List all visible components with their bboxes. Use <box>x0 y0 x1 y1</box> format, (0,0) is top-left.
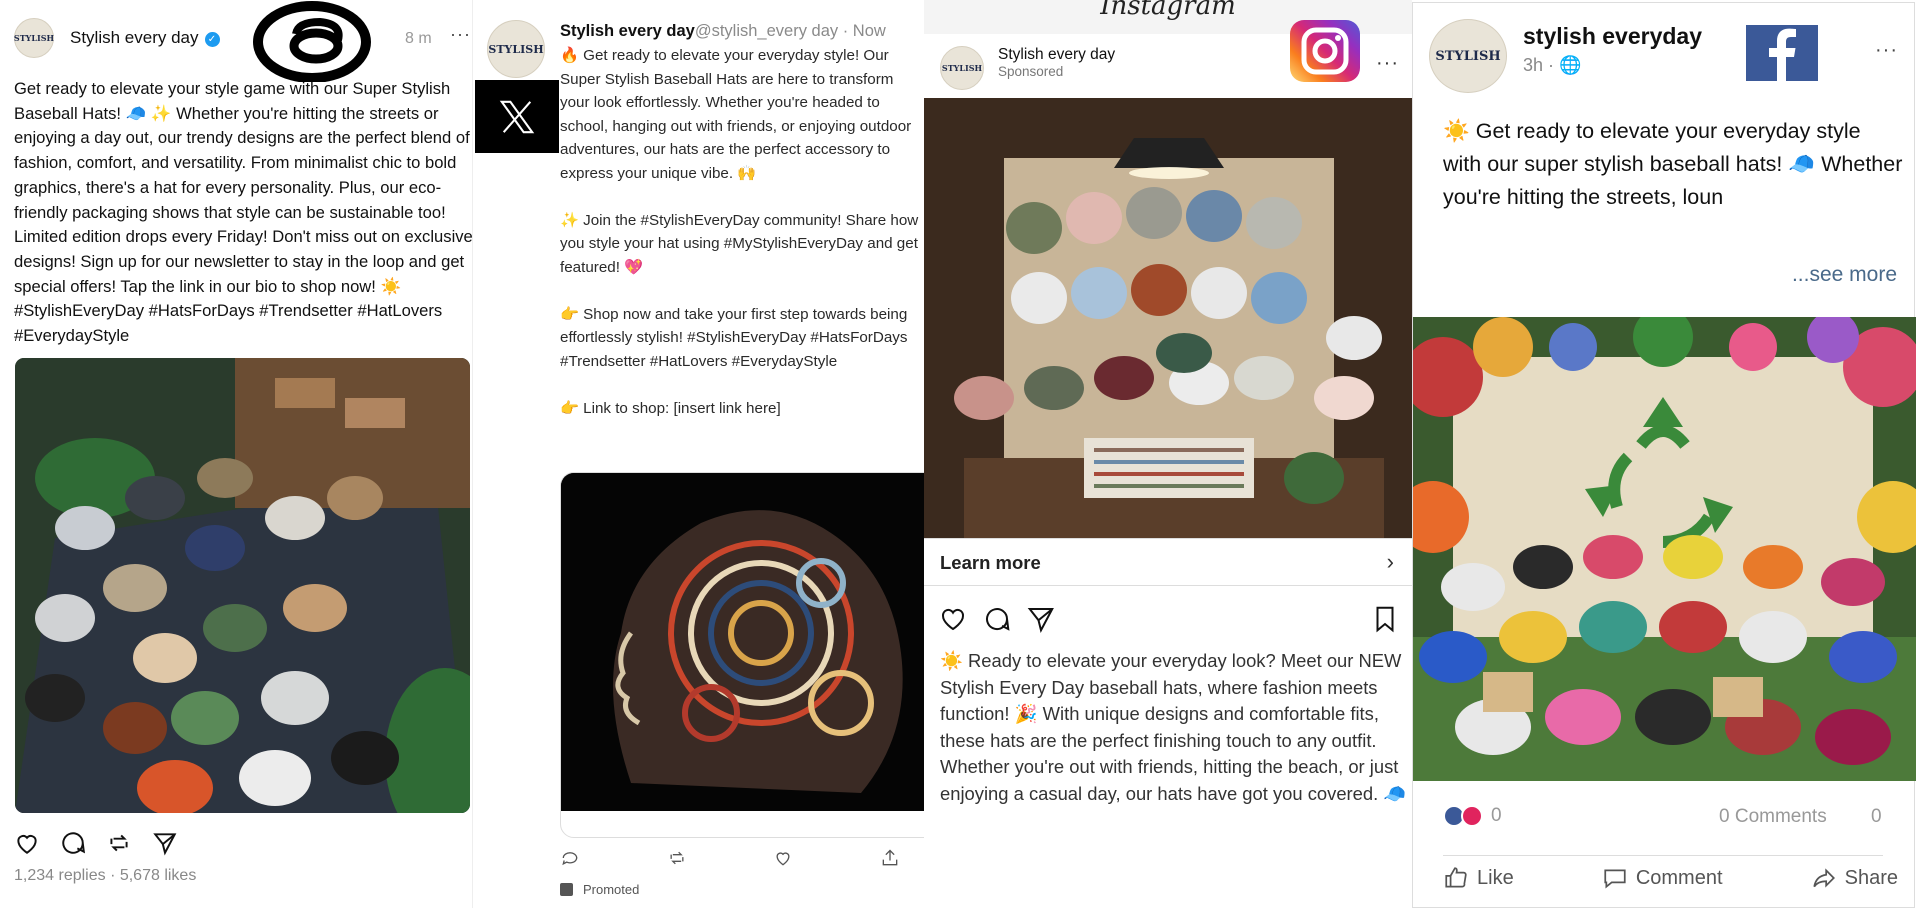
like-icon <box>1445 867 1467 888</box>
divider <box>1443 855 1883 856</box>
avatar[interactable]: STYLISH <box>1429 19 1507 93</box>
avatar-logo-text: STYLISH <box>941 63 983 73</box>
author-name[interactable]: stylish everyday <box>1523 23 1702 50</box>
comment-icon[interactable] <box>982 604 1012 634</box>
post-image[interactable] <box>15 358 470 813</box>
post-action-bar: Like Comment Share <box>1443 865 1898 891</box>
post-header: Stylish every day@stylish_every day · No… <box>560 22 886 41</box>
repost-icon[interactable] <box>667 848 687 868</box>
share-icon[interactable] <box>1026 604 1056 634</box>
threads-post: STYLISH Stylish every day ✓ 8 m ··· Get r… <box>0 0 472 908</box>
abstract-face-image <box>561 473 924 811</box>
promoted-text: Promoted <box>583 882 640 897</box>
more-options-button[interactable]: ··· <box>1875 39 1898 62</box>
share-label: Share <box>1844 866 1898 889</box>
bookmark-icon[interactable] <box>1370 604 1400 634</box>
author-name[interactable]: Stylish every day <box>560 22 695 40</box>
share-icon <box>1813 868 1835 888</box>
hats-wall-display-image <box>924 98 1412 538</box>
avatar[interactable]: STYLISH <box>487 20 545 78</box>
comment-button[interactable]: Comment <box>1602 865 1723 891</box>
post-time: 8 m <box>405 30 432 47</box>
author-name-text: Stylish every day <box>70 28 199 47</box>
post-body: Get ready to elevate your style game wit… <box>14 79 472 346</box>
sponsored-label: Sponsored <box>998 64 1064 79</box>
post-time: 3h · 🌐 <box>1523 55 1582 75</box>
post-body: ☀️ Get ready to elevate your everyday st… <box>1443 119 1903 209</box>
share-button[interactable]: Share <box>1811 865 1898 891</box>
reactions-summary[interactable]: 0 <box>1443 805 1502 827</box>
avatar[interactable]: STYLISH <box>940 46 984 90</box>
hats-on-grass-image <box>15 358 470 813</box>
comments-count[interactable]: 0 Comments <box>1719 806 1827 828</box>
more-options-button[interactable]: ··· <box>450 24 471 45</box>
share-icon[interactable] <box>152 830 178 856</box>
comment-label: Comment <box>1635 866 1723 889</box>
avatar-logo-text: STYLISH <box>1435 48 1501 64</box>
instagram-post: Instagram STYLISH Stylish every day Spon… <box>924 0 1412 908</box>
avatar[interactable]: STYLISH <box>14 18 54 58</box>
chevron-right-icon: › <box>1386 549 1394 574</box>
see-more-link[interactable]: ...see more <box>1792 263 1897 287</box>
post-stats: 1,234 replies · 5,678 likes <box>14 867 197 884</box>
post-paragraph: 🔥 Get ready to elevate your everyday sty… <box>560 47 912 182</box>
shares-count[interactable]: 0 <box>1871 806 1882 828</box>
post-media[interactable] <box>560 472 924 838</box>
promoted-icon <box>560 883 573 896</box>
post-caption: ☀️ Ready to elevate your everyday look? … <box>940 650 1407 804</box>
app-title: Instagram <box>1100 0 1236 21</box>
post-actions <box>14 830 178 856</box>
more-options-button[interactable]: ··· <box>1376 52 1399 75</box>
verified-icon: ✓ <box>204 32 220 47</box>
x-logo-icon <box>475 80 559 153</box>
instagram-logo-icon <box>1290 20 1360 82</box>
facebook-post: STYLISH stylish everyday 3h · 🌐 ··· ☀️ G… <box>1412 0 1920 908</box>
avatar-logo-text: STYLISH <box>13 33 55 43</box>
post-card: STYLISH stylish everyday 3h · 🌐 ··· ☀️ G… <box>1412 2 1920 908</box>
comment-icon[interactable] <box>60 830 86 856</box>
recycle-hats-image <box>1412 307 1920 781</box>
like-button[interactable]: Like <box>1443 865 1514 891</box>
comment-icon <box>1604 869 1626 889</box>
threads-logo-icon <box>253 1 371 82</box>
x-post: STYLISH Stylish every day@stylish_every … <box>472 0 924 908</box>
post-body: 🔥 Get ready to elevate your everyday sty… <box>560 44 920 444</box>
heart-icon[interactable] <box>773 848 793 868</box>
author-handle[interactable]: @stylish_every day · Now <box>695 22 886 40</box>
post-paragraph: ✨ Join the #StylishEveryDay community! S… <box>560 211 919 276</box>
love-reaction-icon <box>1461 805 1483 827</box>
author-name[interactable]: Stylish every day ✓ <box>70 28 220 48</box>
post-actions <box>560 848 900 868</box>
like-label: Like <box>1477 866 1514 889</box>
heart-icon[interactable] <box>938 604 968 634</box>
learn-more-button[interactable]: Learn more › <box>924 538 1412 586</box>
post-image[interactable] <box>1412 307 1920 781</box>
heart-icon[interactable] <box>14 830 40 856</box>
repost-icon[interactable] <box>106 830 132 856</box>
facebook-logo-icon <box>1746 25 1818 82</box>
reactions-count: 0 <box>1491 805 1502 826</box>
avatar-logo-text: STYLISH <box>488 42 544 56</box>
post-paragraph: 👉 Shop now and take your first step towa… <box>560 305 908 370</box>
post-image[interactable] <box>924 98 1412 538</box>
share-icon[interactable] <box>880 848 900 868</box>
post-paragraph: 👉 Link to shop: [insert link here] <box>560 399 781 417</box>
promoted-label: Promoted <box>560 882 639 897</box>
learn-more-label: Learn more <box>940 552 1041 573</box>
author-name[interactable]: Stylish every day <box>998 46 1115 64</box>
reply-icon[interactable] <box>560 848 580 868</box>
